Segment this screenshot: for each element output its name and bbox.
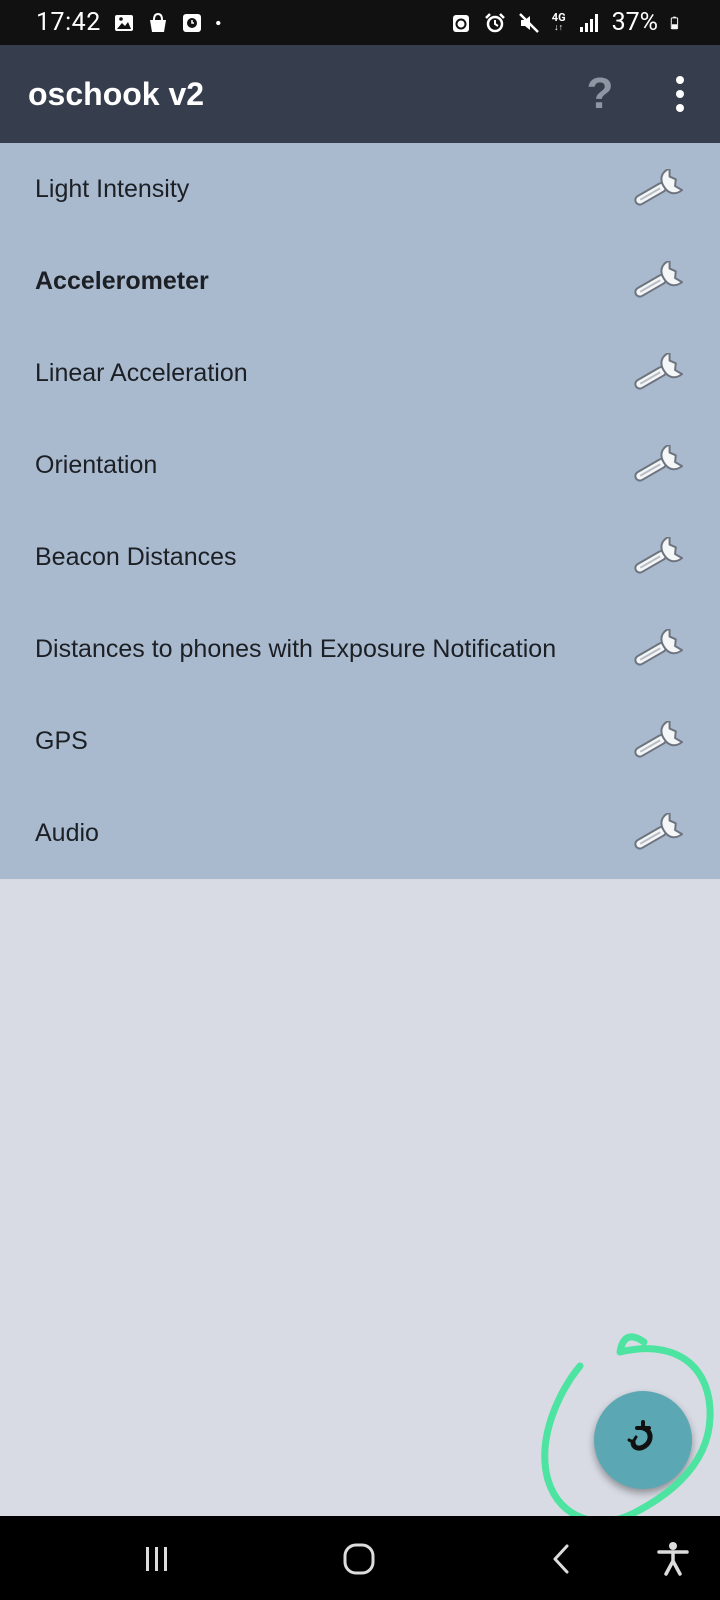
- wrench-icon[interactable]: [628, 169, 684, 209]
- sensor-item[interactable]: Linear Acceleration: [0, 327, 720, 419]
- wrench-icon[interactable]: [628, 445, 684, 485]
- sensor-label: Light Intensity: [35, 174, 190, 203]
- app-title: oschook v2: [28, 75, 205, 112]
- status-left: 17:42: [36, 8, 227, 37]
- recent-apps-icon: [146, 1547, 167, 1571]
- battery-percent: 37%: [611, 8, 658, 37]
- shopping-bag-icon: [149, 12, 166, 32]
- sensor-label: Accelerometer: [35, 266, 209, 295]
- more-dot-icon: [676, 76, 684, 84]
- sensor-item[interactable]: GPS: [0, 695, 720, 787]
- sensor-item[interactable]: Distances to phones with Exposure Notifi…: [0, 603, 720, 695]
- hook-fab-button[interactable]: [594, 1391, 692, 1489]
- sensor-item[interactable]: Accelerometer: [0, 235, 720, 327]
- sensor-label: Audio: [35, 818, 99, 847]
- signal-icon: [579, 13, 598, 32]
- sensor-label: Orientation: [35, 450, 158, 479]
- accessibility-button[interactable]: [648, 1534, 698, 1584]
- home-button[interactable]: [334, 1534, 384, 1584]
- more-dot-icon: [676, 104, 684, 112]
- wrench-icon[interactable]: [628, 721, 684, 761]
- app-bar: oschook v2 ?: [0, 45, 720, 143]
- navigation-bar: [0, 1516, 720, 1600]
- hook-icon: [627, 1420, 653, 1451]
- wrench-icon[interactable]: [628, 629, 684, 669]
- notification-dot-icon: [215, 20, 221, 25]
- gallery-icon: [114, 14, 133, 31]
- accessibility-icon: [657, 1542, 689, 1576]
- sensor-list: Light Intensity Accelerometer Linear Acc…: [0, 143, 720, 879]
- alarm-icon: [484, 12, 505, 32]
- status-right: 4G ↓↑ 37%: [450, 8, 684, 37]
- sensor-label: GPS: [35, 726, 88, 755]
- back-button[interactable]: [536, 1534, 586, 1584]
- battery-icon: [670, 16, 679, 29]
- sensor-item[interactable]: Beacon Distances: [0, 511, 720, 603]
- mute-icon: [518, 12, 539, 33]
- sensor-item[interactable]: Light Intensity: [0, 143, 720, 235]
- more-options-button[interactable]: [660, 71, 700, 117]
- status-time: 17:42: [36, 8, 101, 37]
- sensor-item[interactable]: Orientation: [0, 419, 720, 511]
- recent-apps-button[interactable]: [132, 1534, 182, 1584]
- clock-app-icon: [182, 13, 201, 32]
- home-icon: [343, 1543, 375, 1575]
- back-icon: [553, 1544, 569, 1574]
- sensor-label: Distances to phones with Exposure Notifi…: [35, 634, 557, 663]
- help-button[interactable]: ?: [580, 67, 620, 121]
- sensor-label: Beacon Distances: [35, 542, 237, 571]
- more-dot-icon: [676, 90, 684, 98]
- sensor-item[interactable]: Audio: [0, 787, 720, 879]
- wrench-icon[interactable]: [628, 353, 684, 393]
- wrench-icon[interactable]: [628, 261, 684, 301]
- network-type: 4G ↓↑: [551, 10, 566, 33]
- wrench-icon[interactable]: [628, 537, 684, 577]
- status-bar: 17:42 4G ↓↑ 37%: [0, 0, 720, 45]
- sensor-label: Linear Acceleration: [35, 358, 248, 387]
- recycle-icon: [452, 14, 469, 32]
- wrench-icon[interactable]: [628, 813, 684, 853]
